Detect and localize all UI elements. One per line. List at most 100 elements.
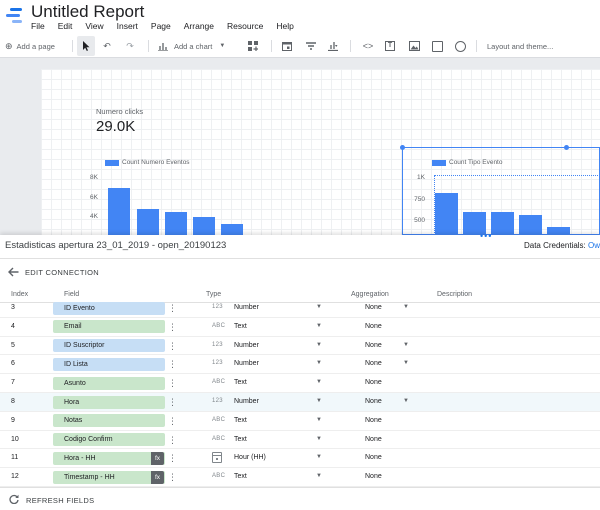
calculated-field-fx-icon[interactable]: fx: [151, 470, 164, 484]
chevron-down-icon[interactable]: ▼: [316, 379, 322, 385]
circle-button[interactable]: [453, 36, 467, 56]
field-name-pill[interactable]: Email: [53, 320, 165, 334]
menu-insert[interactable]: Insert: [117, 21, 138, 31]
aggregation-select[interactable]: None: [365, 379, 382, 386]
community-visualizations-button[interactable]: [246, 36, 260, 56]
back-arrow-icon[interactable]: [8, 267, 20, 277]
aggregation-select[interactable]: None: [365, 417, 382, 424]
add-page-button[interactable]: ⊕ Add a page: [5, 36, 63, 56]
menu-resource[interactable]: Resource: [227, 21, 263, 31]
chevron-down-icon[interactable]: ▼: [316, 417, 322, 423]
more-vert-icon[interactable]: ⋮: [168, 321, 177, 333]
text-box-button[interactable]: T: [383, 36, 397, 56]
menu-view[interactable]: View: [85, 21, 103, 31]
more-vert-icon[interactable]: ⋮: [168, 434, 177, 446]
field-name-pill[interactable]: Timestamp - HH: [53, 470, 165, 484]
field-name-pill[interactable]: ID Lista: [53, 357, 165, 371]
date-range-button[interactable]: [280, 36, 294, 56]
chevron-down-icon[interactable]: ▼: [316, 304, 322, 310]
undo-button[interactable]: ↶: [100, 36, 114, 56]
table-row[interactable]: 12 Timestamp - HH fx ⋮ ABC Text ▼ None: [0, 468, 600, 487]
table-row[interactable]: 10 Codigo Confirm ⋮ ABC Text ▼ None: [0, 431, 600, 450]
layout-theme-button[interactable]: Layout and theme...: [487, 36, 562, 56]
redo-button[interactable]: ↷: [123, 36, 137, 56]
chevron-down-icon[interactable]: ▼: [403, 398, 409, 404]
type-icon: 123: [212, 304, 223, 310]
data-control-button[interactable]: [326, 36, 340, 56]
chevron-down-icon[interactable]: ▼: [316, 323, 322, 329]
aggregation-select[interactable]: None: [365, 360, 382, 367]
more-vert-icon[interactable]: ⋮: [168, 340, 177, 352]
refresh-fields-button[interactable]: REFRESH FIELDS: [26, 496, 94, 505]
aggregation-select[interactable]: None: [365, 304, 382, 311]
select-tool-button[interactable]: [77, 36, 95, 56]
chevron-down-icon[interactable]: ▼: [403, 360, 409, 366]
more-vert-icon[interactable]: ⋮: [168, 358, 177, 370]
aggregation-select[interactable]: None: [365, 473, 382, 480]
credentials-link[interactable]: Ow: [588, 241, 600, 250]
type-select[interactable]: Hour (HH): [234, 454, 266, 461]
image-button[interactable]: [407, 36, 421, 56]
type-select[interactable]: Text: [234, 379, 247, 386]
aggregation-select[interactable]: None: [365, 436, 382, 443]
type-select[interactable]: Text: [234, 436, 247, 443]
table-row[interactable]: 7 Asunto ⋮ ABC Text ▼ None: [0, 374, 600, 393]
type-select[interactable]: Text: [234, 323, 247, 330]
menu-arrange[interactable]: Arrange: [184, 21, 214, 31]
resize-handle[interactable]: [400, 145, 405, 150]
type-select[interactable]: Text: [234, 473, 247, 480]
field-name-pill[interactable]: ID Evento: [53, 301, 165, 315]
type-select[interactable]: Text: [234, 417, 247, 424]
resize-handle[interactable]: [564, 145, 569, 150]
refresh-icon[interactable]: [9, 494, 19, 507]
field-name-pill[interactable]: Codigo Confirm: [53, 433, 165, 447]
add-chart-button[interactable]: Add a chart ▼: [158, 36, 228, 56]
chevron-down-icon[interactable]: ▼: [316, 360, 322, 366]
aggregation-select[interactable]: None: [365, 454, 382, 461]
table-row[interactable]: 6 ID Lista ⋮ 123 Number ▼ None ▼: [0, 355, 600, 375]
type-select[interactable]: Number: [234, 398, 259, 405]
table-row[interactable]: 3 ID Evento ⋮ 123 Number ▼ None ▼: [0, 299, 600, 318]
table-row[interactable]: 11 Hora - HH fx ⋮ Hour (HH) ▼ None: [0, 449, 600, 469]
chevron-down-icon[interactable]: ▼: [316, 398, 322, 404]
field-name-pill[interactable]: Hora - HH: [53, 451, 165, 465]
more-vert-icon[interactable]: ⋮: [168, 302, 177, 314]
aggregation-select[interactable]: None: [365, 398, 382, 405]
table-row[interactable]: 9 Notas ⋮ ABC Text ▼ None: [0, 412, 600, 431]
type-select[interactable]: Number: [234, 304, 259, 311]
type-select[interactable]: Number: [234, 360, 259, 367]
panel-drag-handle-icon[interactable]: •••: [480, 232, 492, 241]
menu-page[interactable]: Page: [151, 21, 171, 31]
field-name-pill[interactable]: Hora: [53, 395, 165, 409]
menu-edit[interactable]: Edit: [58, 21, 73, 31]
chevron-down-icon[interactable]: ▼: [403, 304, 409, 310]
table-row[interactable]: 4 Email ⋮ ABC Text ▼ None: [0, 318, 600, 337]
menu-help[interactable]: Help: [276, 21, 293, 31]
chevron-down-icon: ▼: [219, 43, 226, 49]
field-name-pill[interactable]: Asunto: [53, 376, 165, 390]
chevron-down-icon[interactable]: ▼: [403, 342, 409, 348]
calculated-field-fx-icon[interactable]: fx: [151, 451, 164, 465]
embed-url-button[interactable]: <>: [361, 36, 375, 56]
table-row[interactable]: 8 Hora ⋮ 123 Number ▼ None ▼: [0, 393, 600, 412]
table-row[interactable]: 5 ID Suscriptor ⋮ 123 Number ▼ None ▼: [0, 337, 600, 356]
more-vert-icon[interactable]: ⋮: [168, 377, 177, 389]
chevron-down-icon[interactable]: ▼: [316, 454, 322, 460]
edit-connection-button[interactable]: EDIT CONNECTION: [25, 268, 99, 277]
menu-file[interactable]: File: [31, 21, 45, 31]
rectangle-button[interactable]: [430, 36, 444, 56]
chevron-down-icon[interactable]: ▼: [316, 436, 322, 442]
field-name-pill[interactable]: ID Suscriptor: [53, 339, 165, 353]
filter-control-button[interactable]: [304, 36, 318, 56]
more-vert-icon[interactable]: ⋮: [168, 396, 177, 408]
type-select[interactable]: Number: [234, 342, 259, 349]
more-vert-icon[interactable]: ⋮: [168, 452, 177, 464]
aggregation-select[interactable]: None: [365, 342, 382, 349]
chevron-down-icon[interactable]: ▼: [316, 342, 322, 348]
report-title[interactable]: Untitled Report: [31, 2, 144, 22]
field-name-pill[interactable]: Notas: [53, 414, 165, 428]
more-vert-icon[interactable]: ⋮: [168, 415, 177, 427]
aggregation-select[interactable]: None: [365, 323, 382, 330]
chevron-down-icon[interactable]: ▼: [316, 473, 322, 479]
more-vert-icon[interactable]: ⋮: [168, 471, 177, 483]
